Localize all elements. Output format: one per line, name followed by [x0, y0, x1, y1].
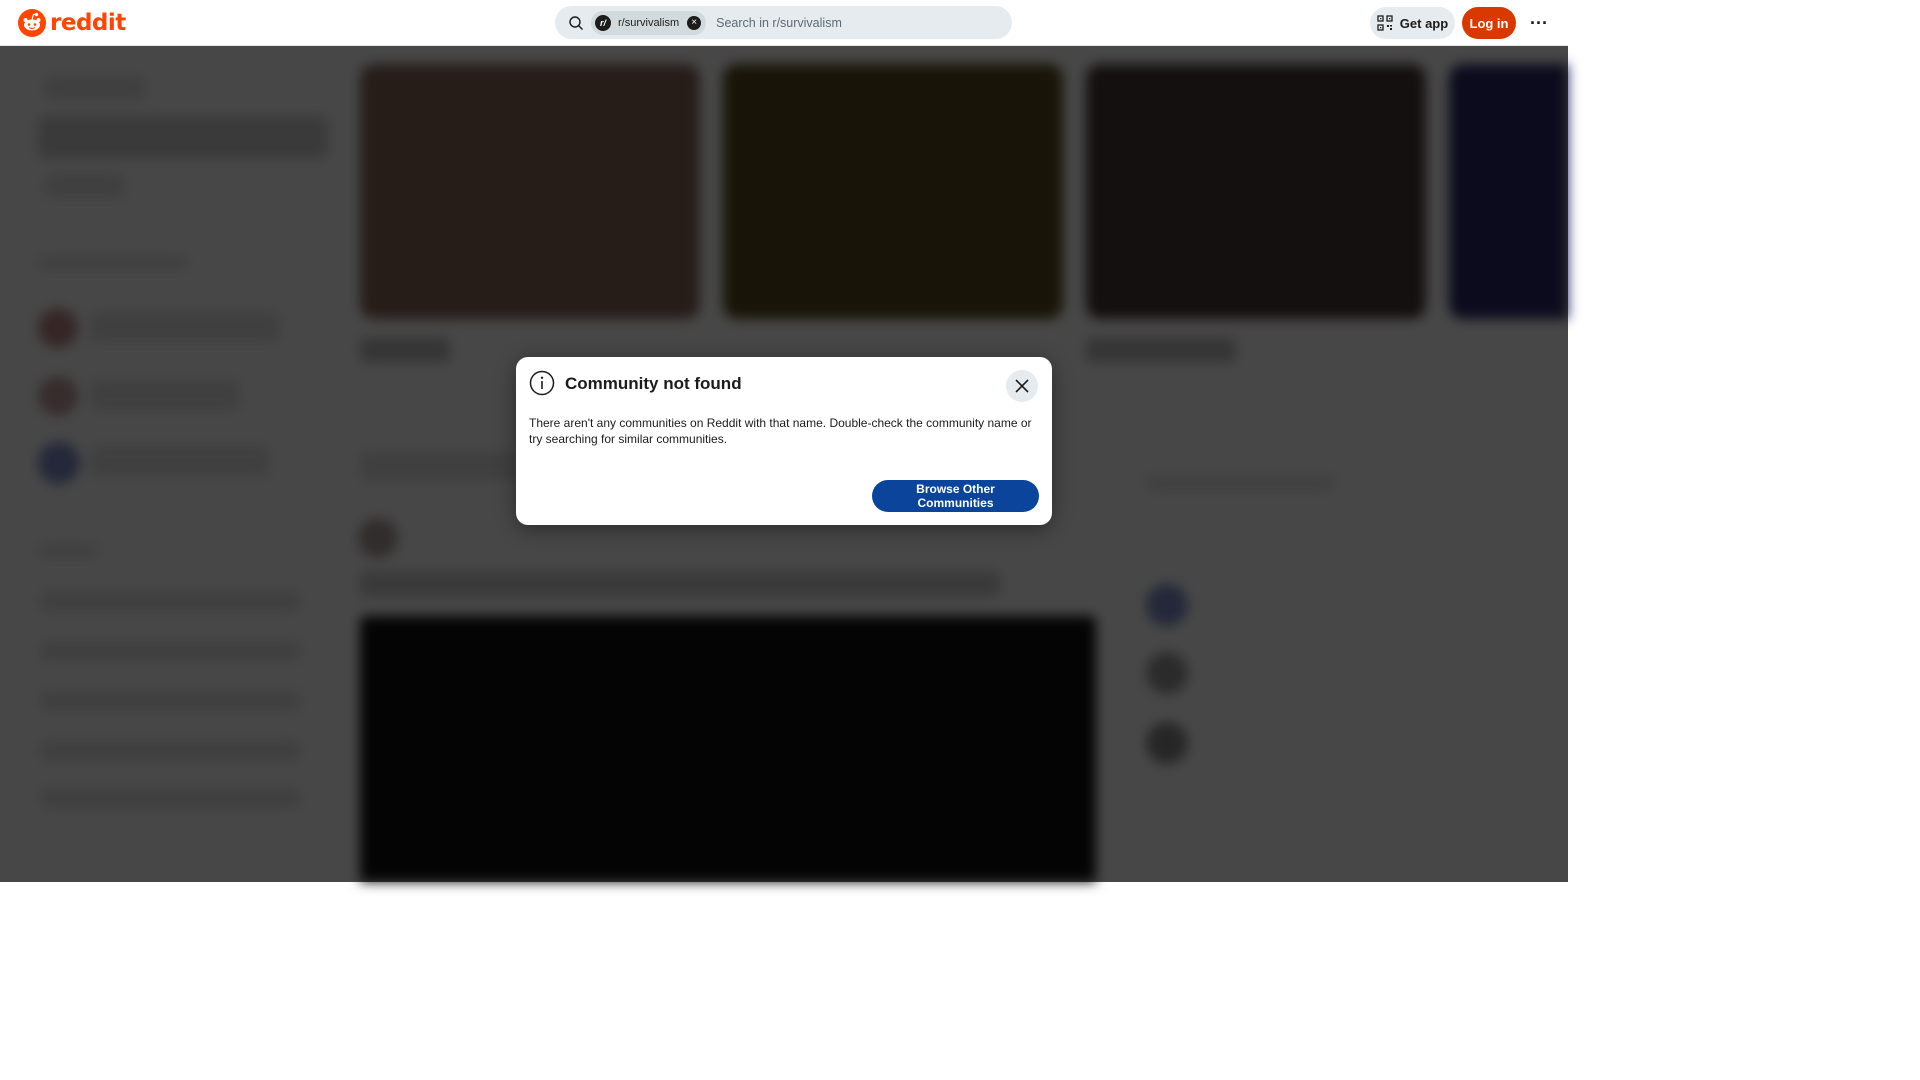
dialog-message: There aren't any communities on Reddit w… — [529, 416, 1032, 446]
more-icon[interactable]: ··· — [1524, 7, 1554, 39]
browse-other-communities-button[interactable]: Browse Other Communities — [872, 480, 1039, 512]
close-button[interactable] — [1006, 370, 1038, 402]
get-app-button[interactable]: Get app — [1370, 7, 1455, 39]
info-icon — [529, 370, 555, 396]
dialog-title: Community not found — [565, 374, 742, 393]
search-icon — [569, 15, 583, 30]
reddit-logo-icon — [18, 9, 46, 37]
community-chip-label: r/survivalism — [618, 16, 680, 29]
reddit-logo[interactable]: reddit — [18, 9, 126, 37]
search-bar[interactable]: r/ r/survivalism × — [555, 6, 1012, 39]
community-not-found-dialog: Community not found There aren't any com… — [516, 357, 1052, 525]
qr-code-icon — [1377, 15, 1393, 31]
login-button[interactable]: Log in — [1462, 7, 1516, 39]
get-app-label: Get app — [1399, 15, 1449, 31]
community-search-chip: r/ r/survivalism × — [591, 10, 707, 35]
close-icon — [1015, 379, 1029, 393]
search-input[interactable] — [714, 14, 1012, 31]
top-header: reddit r/ r/survivalism × Get app Log in… — [0, 0, 1568, 46]
chip-close-icon[interactable]: × — [687, 15, 702, 30]
reddit-wordmark: reddit — [50, 10, 126, 36]
community-avatar: r/ — [595, 14, 611, 31]
